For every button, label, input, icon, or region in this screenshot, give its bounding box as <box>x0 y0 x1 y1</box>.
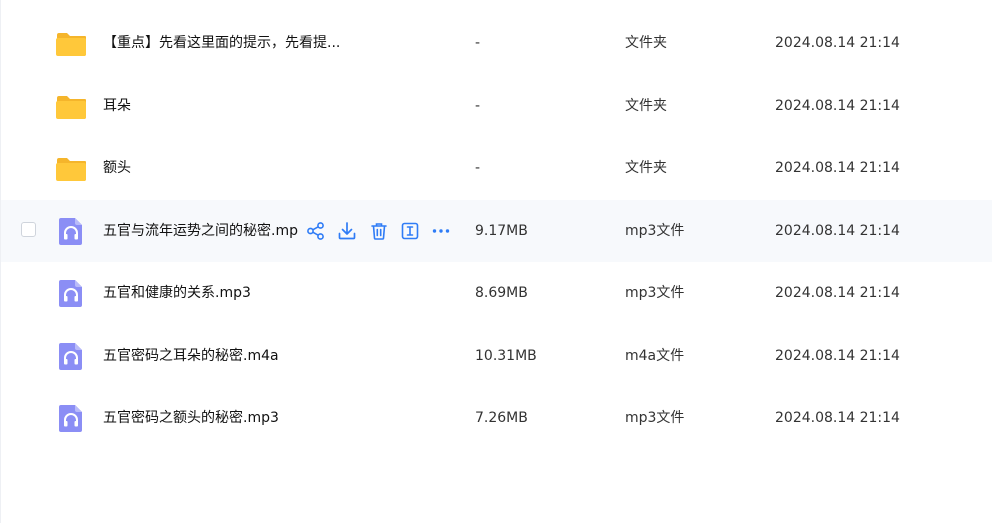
file-date: 2024.08.14 21:14 <box>775 285 900 301</box>
folder-icon <box>55 152 87 184</box>
file-row[interactable]: 五官和健康的关系.mp3 8.69MB mp3文件 2024.08.14 21:… <box>1 262 992 324</box>
file-size: - <box>475 35 481 51</box>
file-list: 【重点】先看这里面的提示，先看提... - 文件夹 2024.08.14 21:… <box>0 0 992 523</box>
file-type: 文件夹 <box>625 98 667 114</box>
file-name[interactable]: 耳朵 <box>103 75 131 137</box>
file-date: 2024.08.14 21:14 <box>775 35 900 51</box>
file-size: 8.69MB <box>475 285 528 301</box>
file-row[interactable]: 五官密码之额头的秘密.mp3 7.26MB mp3文件 2024.08.14 2… <box>1 387 992 449</box>
file-row-hovered[interactable]: 五官与流年运势之间的秘密.mp3 9.17MB mp3文件 2024.08.14… <box>1 200 992 262</box>
file-row[interactable]: 额头 - 文件夹 2024.08.14 21:14 <box>1 137 992 199</box>
file-date: 2024.08.14 21:14 <box>775 98 900 114</box>
folder-icon <box>55 27 87 59</box>
audio-file-icon <box>55 340 87 372</box>
file-type: mp3文件 <box>625 223 685 239</box>
more-icon[interactable] <box>430 220 452 242</box>
file-size: 7.26MB <box>475 410 528 426</box>
file-type: mp3文件 <box>625 285 685 301</box>
audio-file-icon <box>55 215 87 247</box>
file-name[interactable]: 【重点】先看这里面的提示，先看提... <box>103 12 340 74</box>
file-name[interactable]: 五官密码之耳朵的秘密.m4a <box>103 325 279 387</box>
file-row[interactable]: 耳朵 - 文件夹 2024.08.14 21:14 <box>1 75 992 137</box>
file-type: mp3文件 <box>625 410 685 426</box>
download-icon[interactable] <box>336 220 358 242</box>
file-type: m4a文件 <box>625 348 685 364</box>
delete-icon[interactable] <box>368 220 390 242</box>
file-date: 2024.08.14 21:14 <box>775 223 900 239</box>
file-name[interactable]: 五官密码之额头的秘密.mp3 <box>103 387 279 449</box>
file-size: 9.17MB <box>475 223 528 239</box>
file-name[interactable]: 五官与流年运势之间的秘密.mp3 <box>103 200 299 262</box>
file-date: 2024.08.14 21:14 <box>775 348 900 364</box>
file-type: 文件夹 <box>625 35 667 51</box>
file-type: 文件夹 <box>625 160 667 176</box>
rename-icon[interactable] <box>399 220 421 242</box>
file-name[interactable]: 额头 <box>103 137 131 199</box>
audio-file-icon <box>55 277 87 309</box>
file-size: - <box>475 160 481 176</box>
audio-file-icon <box>55 402 87 434</box>
file-name[interactable]: 五官和健康的关系.mp3 <box>103 262 251 324</box>
file-date: 2024.08.14 21:14 <box>775 160 900 176</box>
file-size: - <box>475 98 481 114</box>
file-size: 10.31MB <box>475 348 537 364</box>
row-checkbox[interactable] <box>21 222 36 237</box>
file-date: 2024.08.14 21:14 <box>775 410 900 426</box>
file-row[interactable]: 五官密码之耳朵的秘密.m4a 10.31MB m4a文件 2024.08.14 … <box>1 325 992 387</box>
folder-icon <box>55 90 87 122</box>
share-icon[interactable] <box>305 220 327 242</box>
file-row[interactable]: 【重点】先看这里面的提示，先看提... - 文件夹 2024.08.14 21:… <box>1 12 992 74</box>
